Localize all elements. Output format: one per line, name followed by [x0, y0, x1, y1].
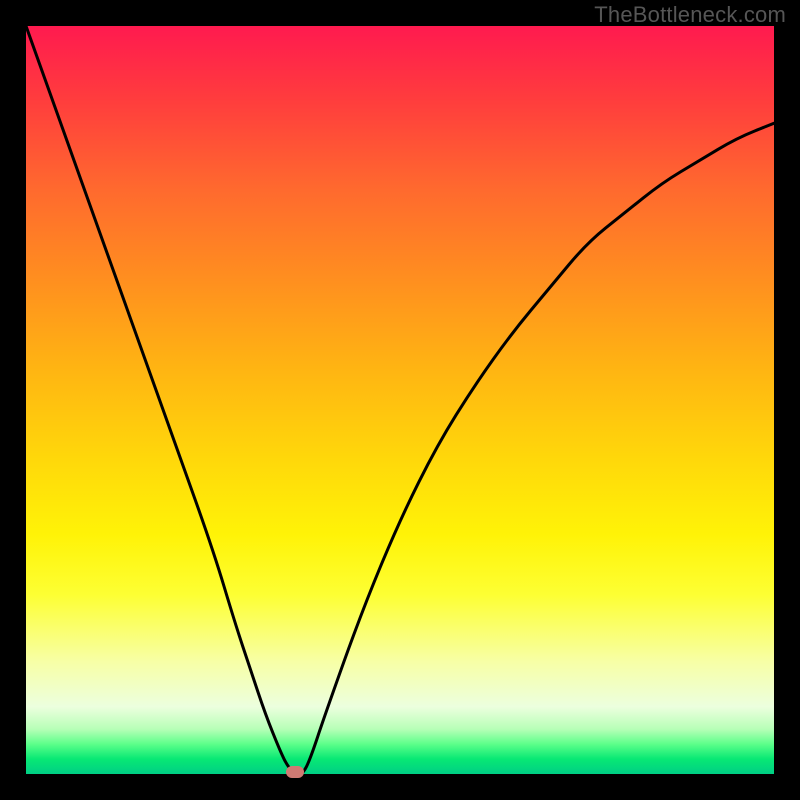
curve-path	[26, 26, 774, 774]
bottleneck-curve	[26, 26, 774, 774]
watermark-text: TheBottleneck.com	[594, 2, 786, 28]
optimum-marker	[286, 766, 304, 778]
viewport: TheBottleneck.com	[0, 0, 800, 800]
chart-frame	[26, 26, 774, 774]
